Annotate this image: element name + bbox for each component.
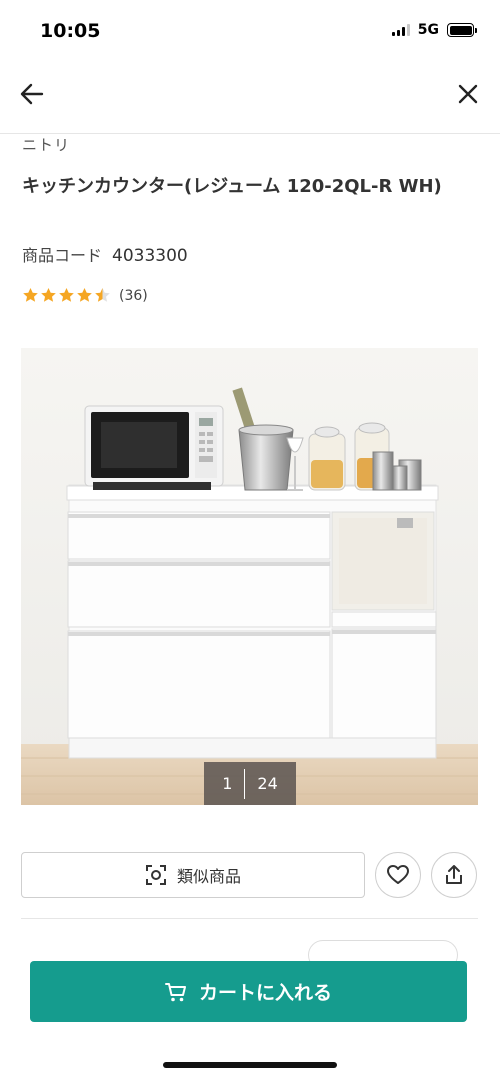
close-button[interactable] [450,76,486,112]
home-indicator[interactable] [163,1062,337,1068]
similar-items-button[interactable]: 類似商品 [21,852,365,898]
back-button[interactable] [14,76,50,112]
star-icon [77,288,92,302]
review-count: (36) [119,287,148,304]
image-counter-total: 24 [257,774,278,793]
brand-name[interactable]: ニトリ [22,134,70,155]
star-icon [59,288,74,302]
add-to-cart-button[interactable]: カートに入れる [30,961,467,1022]
product-title: キッチンカウンター(レジューム 120-2QL-R WH) [22,176,442,197]
kitchen-counter-photo [21,348,478,805]
signal-icon [391,24,410,36]
status-time: 10:05 [40,20,101,42]
image-counter-divider [244,768,246,799]
product-code-label: 商品コード [22,246,103,265]
close-icon [458,84,478,104]
product-code-value: 4033300 [112,246,188,266]
visual-search-icon [145,865,166,885]
nav-bar [0,64,500,134]
rating[interactable]: (36) [22,287,148,304]
cart-icon [164,982,186,1001]
rating-stars [22,287,111,304]
status-indicators: 5G [391,22,477,38]
section-divider [21,918,478,919]
product-code: 商品コード 4033300 [22,242,188,266]
star-icon [95,288,110,302]
image-counter-current: 1 [222,774,233,793]
battery-icon [447,23,477,37]
image-counter: 1 24 [204,762,296,805]
star-icon [23,288,38,302]
star-icon [41,288,56,302]
add-to-cart-label: カートに入れる [198,982,332,1004]
status-bar: 10:05 5G [0,0,500,64]
arrow-left-icon [20,83,44,105]
product-image[interactable] [21,348,478,805]
share-button[interactable] [431,852,477,898]
favorite-button[interactable] [375,852,421,898]
network-label: 5G [417,22,439,38]
similar-items-label: 類似商品 [176,867,241,886]
heart-icon [387,865,409,884]
share-icon [446,865,462,884]
